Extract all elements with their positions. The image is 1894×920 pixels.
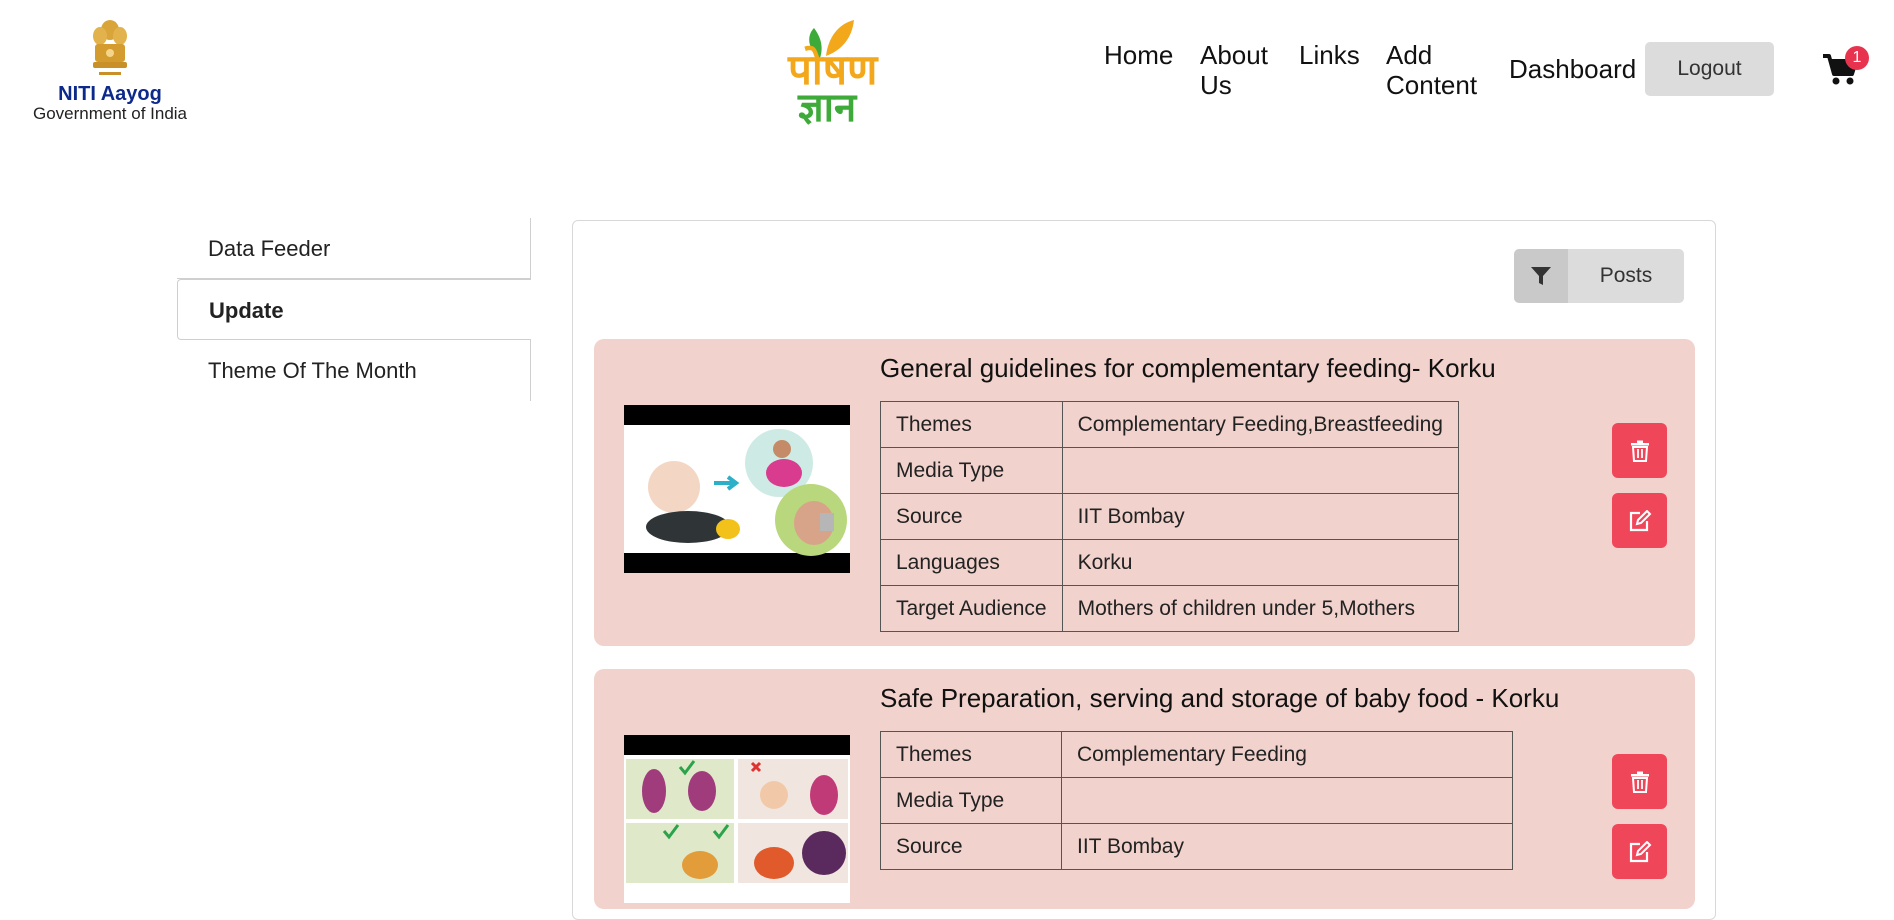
filter-button[interactable] [1514, 249, 1568, 303]
field-label: Themes [880, 401, 1063, 448]
table-row: Media Type [880, 777, 1513, 824]
post-thumbnail[interactable] [624, 405, 850, 573]
table-row: Source IIT Bombay [880, 493, 1459, 540]
field-label: Media Type [880, 777, 1062, 824]
table-row: Languages Korku [880, 539, 1459, 586]
post-title: General guidelines for complementary fee… [880, 353, 1496, 383]
posts-filter[interactable]: Posts [1514, 249, 1684, 303]
brand-logo-line2: ज्ञान [798, 85, 857, 131]
post-details-table: Themes Complementary Feeding,Breastfeedin… [880, 401, 1459, 632]
edit-icon [1629, 840, 1651, 862]
field-label: Media Type [880, 447, 1063, 494]
sidebar-item-data-feeder[interactable]: Data Feeder [177, 218, 531, 279]
field-label: Target Audience [880, 585, 1063, 632]
niti-aayog-logo[interactable]: NITI Aayog Government of India [28, 18, 192, 124]
nav-links[interactable]: Links [1299, 40, 1360, 70]
trash-icon [1630, 771, 1649, 793]
post-card: Safe Preparation, serving and storage of… [594, 669, 1695, 909]
post-details-table: Themes Complementary Feeding Media Type S… [880, 731, 1513, 870]
sidebar: Data Feeder Update Theme Of The Month [177, 218, 531, 401]
table-row: Media Type [880, 447, 1459, 494]
field-value: Complementary Feeding,Breastfeeding [1061, 401, 1459, 448]
baby-food-illustration [624, 755, 850, 903]
nav-dashboard[interactable]: Dashboard [1509, 54, 1636, 84]
delete-post-button[interactable] [1612, 754, 1667, 809]
edit-post-button[interactable] [1612, 824, 1667, 879]
poshan-gyaan-logo[interactable]: पोषण ज्ञान [780, 12, 890, 128]
field-value: IIT Bombay [1061, 823, 1513, 870]
feeding-illustration [624, 425, 850, 556]
field-value [1061, 447, 1459, 494]
field-label: Source [880, 823, 1062, 870]
field-value: IIT Bombay [1061, 493, 1459, 540]
field-value: Complementary Feeding [1061, 731, 1513, 778]
logout-button[interactable]: Logout [1645, 42, 1774, 96]
trash-icon [1630, 440, 1649, 462]
field-value: Mothers of children under 5,Mothers [1061, 585, 1459, 632]
cart-count-badge: 1 [1845, 46, 1869, 70]
field-label: Languages [880, 539, 1063, 586]
table-row: Themes Complementary Feeding,Breastfeedin… [880, 401, 1459, 448]
nav-add-content[interactable]: Add Content [1386, 40, 1496, 100]
field-label: Themes [880, 731, 1062, 778]
national-emblem-icon [93, 20, 127, 75]
nav-home[interactable]: Home [1104, 40, 1173, 70]
field-value: Korku [1061, 539, 1459, 586]
sidebar-item-update[interactable]: Update [177, 279, 531, 340]
filter-posts-label[interactable]: Posts [1568, 249, 1684, 303]
post-card: General guidelines for complementary fee… [594, 339, 1695, 646]
nav-about-us[interactable]: About Us [1200, 40, 1280, 100]
table-row: Target Audience Mothers of children under… [880, 585, 1459, 632]
niti-aayog-name: NITI Aayog [58, 83, 162, 105]
delete-post-button[interactable] [1612, 423, 1667, 478]
post-thumbnail[interactable] [624, 735, 850, 903]
filter-icon [1531, 267, 1551, 285]
field-label: Source [880, 493, 1063, 540]
edit-post-button[interactable] [1612, 493, 1667, 548]
field-value [1061, 777, 1513, 824]
edit-icon [1629, 509, 1651, 531]
post-title: Safe Preparation, serving and storage of… [880, 683, 1560, 713]
table-row: Themes Complementary Feeding [880, 731, 1513, 778]
table-row: Source IIT Bombay [880, 823, 1513, 870]
government-of-india-label: Government of India [32, 104, 188, 123]
sidebar-item-theme-of-the-month[interactable]: Theme Of The Month [177, 340, 531, 401]
